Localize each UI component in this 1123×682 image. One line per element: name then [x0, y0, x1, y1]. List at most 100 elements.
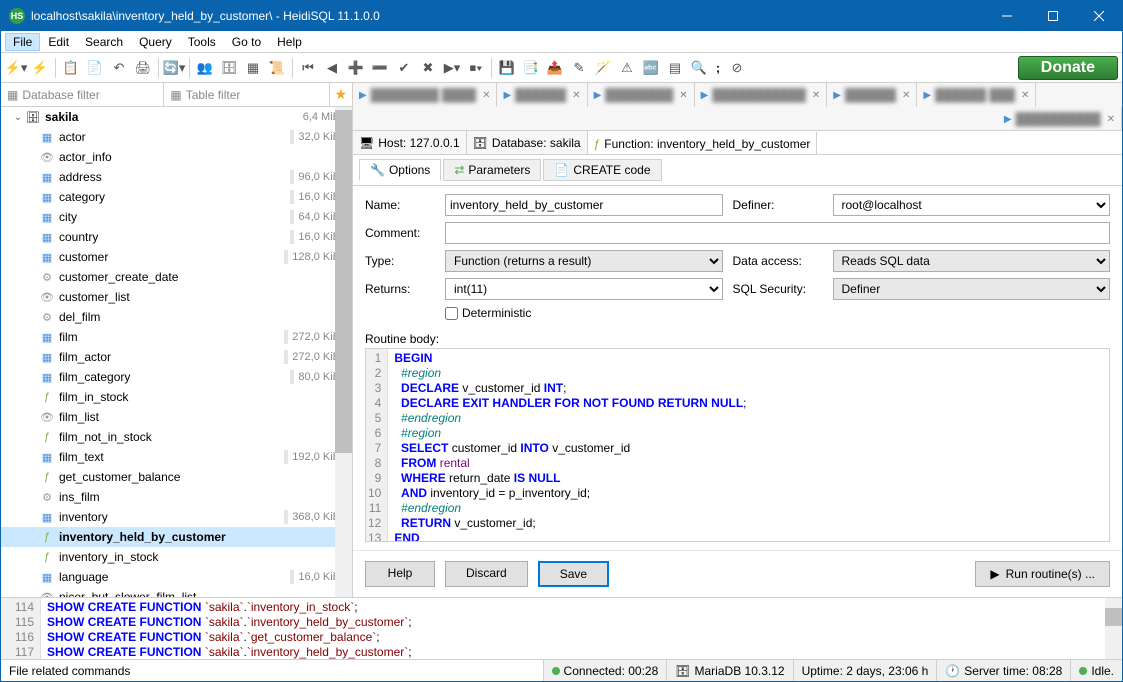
tool-save-icon[interactable]: 💾	[496, 57, 518, 79]
menu-search[interactable]: Search	[77, 33, 131, 51]
close-icon[interactable]: ✕	[902, 90, 910, 101]
tool-snippets-icon[interactable]: 📑	[520, 57, 542, 79]
tree-item[interactable]: ƒinventory_held_by_customer	[1, 527, 352, 547]
scrollbar-thumb[interactable]	[1105, 608, 1122, 626]
tree-item[interactable]: ƒfilm_in_stock	[1, 387, 352, 407]
tree-item[interactable]: 👁actor_info	[1, 147, 352, 167]
close-icon[interactable]: ✕	[679, 90, 687, 101]
menu-file[interactable]: File	[5, 33, 40, 51]
tree-item[interactable]: 👁film_list	[1, 407, 352, 427]
session-tab[interactable]: ▶██████✕	[827, 83, 917, 107]
run-button[interactable]: ▶Run routine(s) ...	[975, 561, 1110, 587]
tool-query-icon[interactable]: 🔍	[688, 57, 710, 79]
tree-item[interactable]: ▦film272,0 KiB	[1, 327, 352, 347]
tool-refresh-icon[interactable]: 🔄▾	[163, 57, 185, 79]
tool-first-icon[interactable]: ⏮	[297, 57, 319, 79]
menu-query[interactable]: Query	[131, 33, 180, 51]
tool-paste-icon[interactable]: 📄	[84, 57, 106, 79]
tool-warn-icon[interactable]: ⚠	[616, 57, 638, 79]
code-body[interactable]: BEGIN #region DECLARE v_customer_id INT;…	[388, 349, 752, 541]
tree-item[interactable]: ▦actor32,0 KiB	[1, 127, 352, 147]
tool-print-icon[interactable]: 🖨	[132, 57, 154, 79]
menu-edit[interactable]: Edit	[40, 33, 77, 51]
menu-help[interactable]: Help	[269, 33, 310, 51]
help-button[interactable]: Help	[365, 561, 435, 587]
tool-db-icon[interactable]: 🗄	[218, 57, 240, 79]
tree-item[interactable]: ▦customer128,0 KiB	[1, 247, 352, 267]
tool-table-icon[interactable]: ▦	[242, 57, 264, 79]
tool-user-icon[interactable]: 👥	[194, 57, 216, 79]
tool-add-icon[interactable]: ➕	[345, 57, 367, 79]
donate-button[interactable]: Donate	[1018, 56, 1118, 80]
tree-item[interactable]: ▦language16,0 KiB	[1, 567, 352, 587]
close-icon[interactable]: ✕	[1107, 114, 1115, 125]
name-field[interactable]	[445, 194, 723, 216]
tool-exit-icon[interactable]: ⊘	[726, 57, 748, 79]
tree-item[interactable]: ƒget_customer_balance	[1, 467, 352, 487]
deterministic-check[interactable]: Deterministic	[445, 306, 723, 320]
tree-item[interactable]: ▦city64,0 KiB	[1, 207, 352, 227]
tool-semicolon[interactable]: ;	[712, 61, 724, 75]
close-icon[interactable]: ✕	[482, 90, 490, 101]
subtab-create[interactable]: 📄CREATE code	[543, 159, 661, 181]
type-field[interactable]: Function (returns a result)	[445, 250, 723, 272]
menu-tools[interactable]: Tools	[180, 33, 224, 51]
close-icon[interactable]: ✕	[572, 90, 580, 101]
tree-item[interactable]: ▦film_actor272,0 KiB	[1, 347, 352, 367]
tool-stop-icon[interactable]: ⏹▾	[465, 57, 487, 79]
close-icon[interactable]: ✕	[812, 90, 820, 101]
tree-item[interactable]: ▦country16,0 KiB	[1, 227, 352, 247]
tree-item[interactable]: ▦film_category80,0 KiB	[1, 367, 352, 387]
tool-prev-icon[interactable]: ◀	[321, 57, 343, 79]
tab-host[interactable]: 🖥Host: 127.0.0.1	[353, 131, 467, 155]
scrollbar-thumb[interactable]	[335, 110, 352, 453]
tree-item[interactable]: ⚙customer_create_date	[1, 267, 352, 287]
tree-item[interactable]: ⚙ins_film	[1, 487, 352, 507]
session-tab[interactable]: ▶████████✕	[588, 83, 695, 107]
sql-log[interactable]: 114115116117 SHOW CREATE FUNCTION `sakil…	[1, 597, 1122, 659]
session-tab[interactable]: ▶██████✕	[497, 83, 587, 107]
tool-run-icon[interactable]: ▶▾	[441, 57, 463, 79]
sql-security-field[interactable]: Definer	[833, 278, 1111, 300]
tool-vars-icon[interactable]: 🔤	[640, 57, 662, 79]
data-access-field[interactable]: Reads SQL data	[833, 250, 1111, 272]
tree-item[interactable]: ⚙del_film	[1, 307, 352, 327]
tree-scrollbar[interactable]	[335, 107, 352, 597]
comment-field[interactable]	[445, 222, 1110, 244]
log-scrollbar[interactable]	[1105, 598, 1122, 659]
subtab-options[interactable]: 🔧Options	[359, 159, 441, 181]
favorites-icon[interactable]: ★	[330, 83, 352, 106]
tab-database[interactable]: 🗄Database: sakila	[467, 131, 588, 155]
db-filter[interactable]: ▦ Database filter	[1, 83, 164, 106]
deterministic-checkbox[interactable]	[445, 307, 458, 320]
tool-log-icon[interactable]: 📜	[266, 57, 288, 79]
discard-button[interactable]: Discard	[445, 561, 528, 587]
tool-grid-icon[interactable]: ▤	[664, 57, 686, 79]
session-tab[interactable]: ▶██████ ███✕	[917, 83, 1036, 107]
minimize-button[interactable]	[984, 1, 1030, 31]
tool-connect-icon[interactable]: ⚡▾	[5, 57, 27, 79]
session-tab[interactable]: ▶███████████✕	[695, 83, 828, 107]
definer-field[interactable]: root@localhost	[833, 194, 1111, 216]
tool-ok-icon[interactable]: ✔	[393, 57, 415, 79]
session-tab[interactable]: ▶██████████✕	[998, 107, 1122, 131]
maximize-button[interactable]	[1030, 1, 1076, 31]
table-filter[interactable]: ▦ Table filter	[164, 83, 329, 106]
tab-function[interactable]: ƒFunction: inventory_held_by_customer	[588, 132, 818, 155]
tree-item[interactable]: 👁nicer_but_slower_film_list	[1, 587, 352, 597]
tool-remove-icon[interactable]: ➖	[369, 57, 391, 79]
save-button[interactable]: Save	[538, 561, 609, 587]
menu-goto[interactable]: Go to	[224, 33, 269, 51]
tool-format-icon[interactable]: ✎	[568, 57, 590, 79]
tree-item[interactable]: ▦film_text192,0 KiB	[1, 447, 352, 467]
tool-disconnect-icon[interactable]: ⚡	[29, 57, 51, 79]
tree-db-row[interactable]: ⌄ 🗄 sakila 6,4 MiB	[1, 107, 352, 127]
tree-item[interactable]: ƒinventory_in_stock	[1, 547, 352, 567]
tool-copy-icon[interactable]: 📋	[60, 57, 82, 79]
tree-item[interactable]: 👁customer_list	[1, 287, 352, 307]
session-tab[interactable]: ▶████████ ████✕	[353, 83, 497, 107]
object-tree[interactable]: ⌄ 🗄 sakila 6,4 MiB ▦actor32,0 KiB👁actor_…	[1, 107, 353, 597]
tool-export-icon[interactable]: 📤	[544, 57, 566, 79]
close-icon[interactable]: ✕	[1021, 90, 1029, 101]
tree-item[interactable]: ▦address96,0 KiB	[1, 167, 352, 187]
